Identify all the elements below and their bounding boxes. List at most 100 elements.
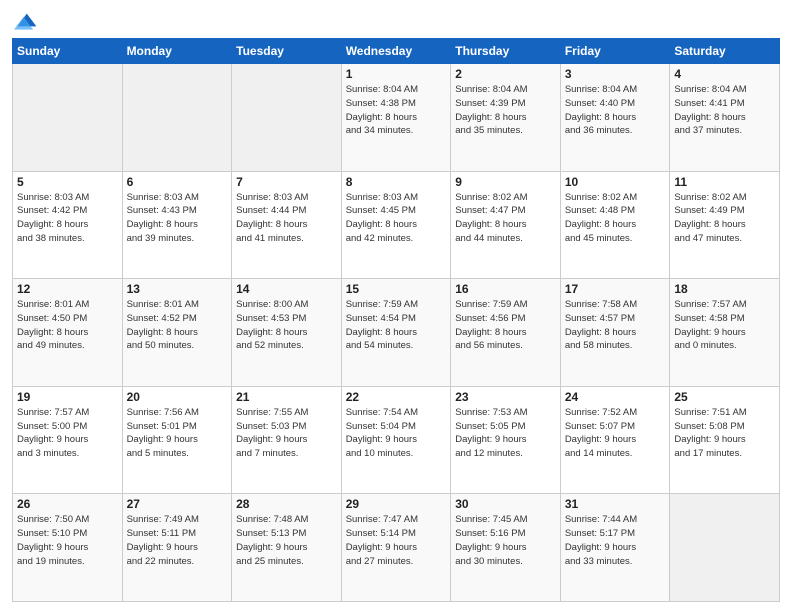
day-info: Sunrise: 7:44 AM Sunset: 5:17 PM Dayligh… xyxy=(565,513,666,568)
page: SundayMondayTuesdayWednesdayThursdayFrid… xyxy=(0,0,792,612)
day-info: Sunrise: 7:55 AM Sunset: 5:03 PM Dayligh… xyxy=(236,406,337,461)
day-number: 16 xyxy=(455,282,556,296)
week-row-4: 26Sunrise: 7:50 AM Sunset: 5:10 PM Dayli… xyxy=(13,494,780,602)
calendar-cell: 13 Sunrise: 8:01 AM Sunset: 4:52 PM Dayli… xyxy=(122,279,232,387)
day-info: Sunrise: 8:04 AM Sunset: 4:41 PM Dayligh… xyxy=(674,83,775,138)
day-info: Sunrise: 7:59 AM Sunset: 4:56 PM Dayligh… xyxy=(455,298,556,353)
day-number: 12 xyxy=(17,282,118,296)
day-number: 30 xyxy=(455,497,556,511)
calendar-cell: 6 Sunrise: 8:03 AM Sunset: 4:43 PM Daylig… xyxy=(122,171,232,279)
day-number: 9 xyxy=(455,175,556,189)
calendar-cell: 11 Sunrise: 8:02 AM Sunset: 4:49 PM Dayli… xyxy=(670,171,780,279)
day-info: Sunrise: 7:50 AM Sunset: 5:10 PM Dayligh… xyxy=(17,513,118,568)
day-number: 28 xyxy=(236,497,337,511)
day-number: 27 xyxy=(127,497,228,511)
day-info: Sunrise: 8:00 AM Sunset: 4:53 PM Dayligh… xyxy=(236,298,337,353)
day-number: 13 xyxy=(127,282,228,296)
week-row-0: 1Sunrise: 8:04 AM Sunset: 4:38 PM Daylig… xyxy=(13,64,780,172)
calendar-cell: 15 Sunrise: 7:59 AM Sunset: 4:54 PM Dayli… xyxy=(341,279,451,387)
header-day-wednesday: Wednesday xyxy=(341,39,451,64)
day-number: 17 xyxy=(565,282,666,296)
day-number: 25 xyxy=(674,390,775,404)
calendar-cell xyxy=(232,64,342,172)
day-number: 20 xyxy=(127,390,228,404)
calendar-cell: 27 Sunrise: 7:49 AM Sunset: 5:11 PM Dayli… xyxy=(122,494,232,602)
header-day-saturday: Saturday xyxy=(670,39,780,64)
calendar-cell: 31 Sunrise: 7:44 AM Sunset: 5:17 PM Dayli… xyxy=(560,494,670,602)
calendar-cell: 28 Sunrise: 7:48 AM Sunset: 5:13 PM Dayli… xyxy=(232,494,342,602)
day-info: Sunrise: 8:02 AM Sunset: 4:48 PM Dayligh… xyxy=(565,191,666,246)
day-info: Sunrise: 8:04 AM Sunset: 4:40 PM Dayligh… xyxy=(565,83,666,138)
calendar-cell: 3 Sunrise: 8:04 AM Sunset: 4:40 PM Daylig… xyxy=(560,64,670,172)
calendar-cell: 16 Sunrise: 7:59 AM Sunset: 4:56 PM Dayli… xyxy=(451,279,561,387)
calendar-cell: 4 Sunrise: 8:04 AM Sunset: 4:41 PM Daylig… xyxy=(670,64,780,172)
header-day-friday: Friday xyxy=(560,39,670,64)
calendar-cell xyxy=(122,64,232,172)
day-info: Sunrise: 7:58 AM Sunset: 4:57 PM Dayligh… xyxy=(565,298,666,353)
day-info: Sunrise: 8:02 AM Sunset: 4:47 PM Dayligh… xyxy=(455,191,556,246)
day-info: Sunrise: 8:04 AM Sunset: 4:39 PM Dayligh… xyxy=(455,83,556,138)
week-row-3: 19 Sunrise: 7:57 AM Sunset: 5:00 PM Dayli… xyxy=(13,386,780,494)
day-info: Sunrise: 7:54 AM Sunset: 5:04 PM Dayligh… xyxy=(346,406,447,461)
day-info: Sunrise: 7:57 AM Sunset: 4:58 PM Dayligh… xyxy=(674,298,775,353)
calendar-cell xyxy=(13,64,123,172)
calendar-header: SundayMondayTuesdayWednesdayThursdayFrid… xyxy=(13,39,780,64)
day-info: Sunrise: 8:02 AM Sunset: 4:49 PM Dayligh… xyxy=(674,191,775,246)
calendar-cell: 7 Sunrise: 8:03 AM Sunset: 4:44 PM Daylig… xyxy=(232,171,342,279)
calendar-cell: 23Sunrise: 7:53 AM Sunset: 5:05 PM Dayli… xyxy=(451,386,561,494)
day-number: 22 xyxy=(346,390,447,404)
day-info: Sunrise: 7:56 AM Sunset: 5:01 PM Dayligh… xyxy=(127,406,228,461)
calendar-cell: 9 Sunrise: 8:02 AM Sunset: 4:47 PM Daylig… xyxy=(451,171,561,279)
day-number: 24 xyxy=(565,390,666,404)
calendar-cell: 30 Sunrise: 7:45 AM Sunset: 5:16 PM Dayli… xyxy=(451,494,561,602)
week-row-2: 12 Sunrise: 8:01 AM Sunset: 4:50 PM Dayli… xyxy=(13,279,780,387)
day-number: 8 xyxy=(346,175,447,189)
day-info: Sunrise: 8:03 AM Sunset: 4:43 PM Dayligh… xyxy=(127,191,228,246)
day-info: Sunrise: 7:45 AM Sunset: 5:16 PM Dayligh… xyxy=(455,513,556,568)
day-number: 11 xyxy=(674,175,775,189)
day-info: Sunrise: 7:59 AM Sunset: 4:54 PM Dayligh… xyxy=(346,298,447,353)
calendar-cell: 25 Sunrise: 7:51 AM Sunset: 5:08 PM Dayli… xyxy=(670,386,780,494)
day-info: Sunrise: 8:03 AM Sunset: 4:42 PM Dayligh… xyxy=(17,191,118,246)
day-info: Sunrise: 8:03 AM Sunset: 4:44 PM Dayligh… xyxy=(236,191,337,246)
day-info: Sunrise: 7:48 AM Sunset: 5:13 PM Dayligh… xyxy=(236,513,337,568)
calendar-cell: 18 Sunrise: 7:57 AM Sunset: 4:58 PM Dayli… xyxy=(670,279,780,387)
calendar-cell: 20 Sunrise: 7:56 AM Sunset: 5:01 PM Dayli… xyxy=(122,386,232,494)
day-number: 19 xyxy=(17,390,118,404)
day-info: Sunrise: 8:01 AM Sunset: 4:50 PM Dayligh… xyxy=(17,298,118,353)
logo-icon xyxy=(14,10,38,30)
day-number: 18 xyxy=(674,282,775,296)
calendar-cell: 1Sunrise: 8:04 AM Sunset: 4:38 PM Daylig… xyxy=(341,64,451,172)
day-number: 6 xyxy=(127,175,228,189)
calendar-cell: 22 Sunrise: 7:54 AM Sunset: 5:04 PM Dayli… xyxy=(341,386,451,494)
header-day-monday: Monday xyxy=(122,39,232,64)
day-number: 7 xyxy=(236,175,337,189)
calendar-cell: 21 Sunrise: 7:55 AM Sunset: 5:03 PM Dayli… xyxy=(232,386,342,494)
day-number: 3 xyxy=(565,67,666,81)
calendar-table: SundayMondayTuesdayWednesdayThursdayFrid… xyxy=(12,38,780,602)
day-number: 31 xyxy=(565,497,666,511)
calendar-body: 1Sunrise: 8:04 AM Sunset: 4:38 PM Daylig… xyxy=(13,64,780,602)
calendar-cell: 10 Sunrise: 8:02 AM Sunset: 4:48 PM Dayli… xyxy=(560,171,670,279)
calendar-cell: 19 Sunrise: 7:57 AM Sunset: 5:00 PM Dayli… xyxy=(13,386,123,494)
calendar-cell: 17 Sunrise: 7:58 AM Sunset: 4:57 PM Dayli… xyxy=(560,279,670,387)
day-info: Sunrise: 7:53 AM Sunset: 5:05 PM Dayligh… xyxy=(455,406,556,461)
day-number: 5 xyxy=(17,175,118,189)
day-info: Sunrise: 8:01 AM Sunset: 4:52 PM Dayligh… xyxy=(127,298,228,353)
header xyxy=(12,10,780,30)
day-info: Sunrise: 7:52 AM Sunset: 5:07 PM Dayligh… xyxy=(565,406,666,461)
day-number: 21 xyxy=(236,390,337,404)
day-number: 15 xyxy=(346,282,447,296)
calendar-cell: 12 Sunrise: 8:01 AM Sunset: 4:50 PM Dayli… xyxy=(13,279,123,387)
day-number: 4 xyxy=(674,67,775,81)
calendar-cell: 26Sunrise: 7:50 AM Sunset: 5:10 PM Dayli… xyxy=(13,494,123,602)
header-day-tuesday: Tuesday xyxy=(232,39,342,64)
day-number: 1 xyxy=(346,67,447,81)
day-number: 29 xyxy=(346,497,447,511)
day-info: Sunrise: 7:49 AM Sunset: 5:11 PM Dayligh… xyxy=(127,513,228,568)
day-info: Sunrise: 7:57 AM Sunset: 5:00 PM Dayligh… xyxy=(17,406,118,461)
calendar-cell xyxy=(670,494,780,602)
day-number: 10 xyxy=(565,175,666,189)
day-info: Sunrise: 7:51 AM Sunset: 5:08 PM Dayligh… xyxy=(674,406,775,461)
logo xyxy=(12,10,38,30)
